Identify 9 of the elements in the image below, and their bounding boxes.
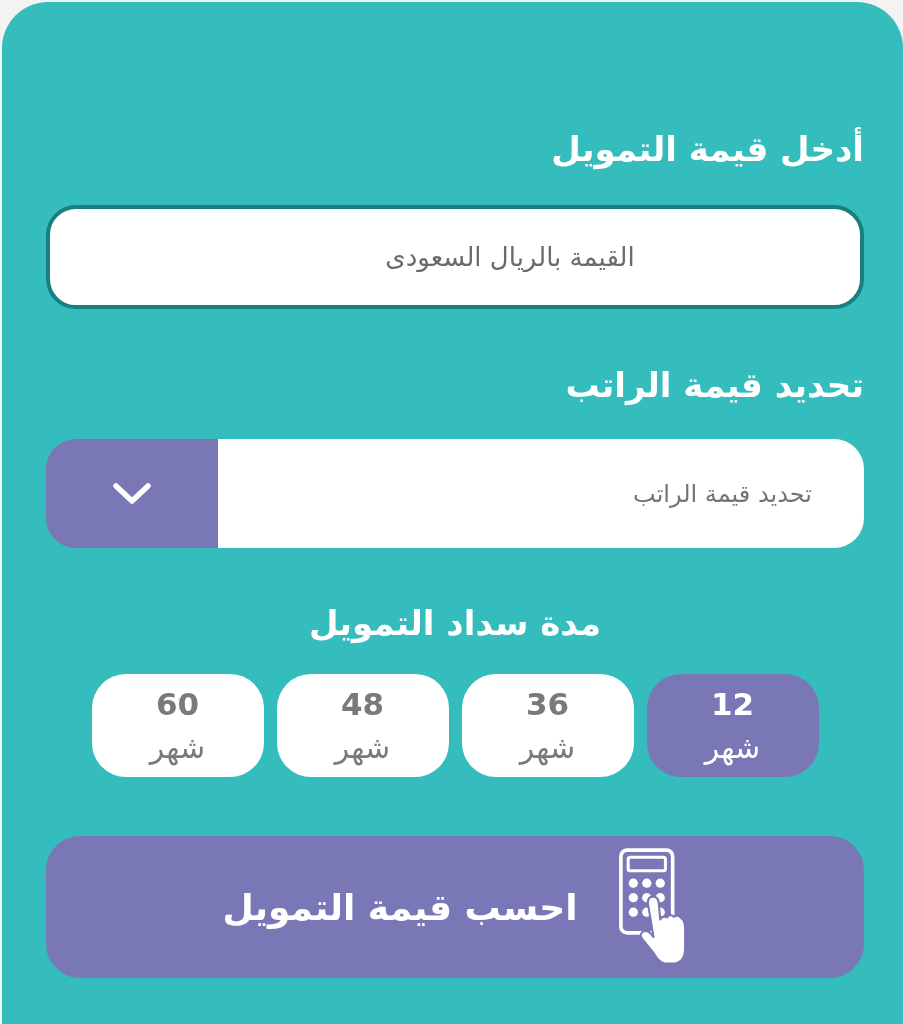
calculate-button[interactable]: احسب قيمة التمويل bbox=[46, 836, 864, 978]
amount-input-field[interactable]: القيمة بالريال السعودى bbox=[46, 205, 864, 309]
dropdown-button[interactable] bbox=[46, 439, 218, 548]
amount-label: أدخل قيمة التمويل bbox=[550, 126, 864, 172]
term-label: مدة سداد التمويل bbox=[307, 602, 603, 646]
calculator-hand-icon bbox=[617, 848, 688, 966]
salary-select-field[interactable]: تحديد قيمة الراتب bbox=[218, 439, 864, 548]
salary-label: تحديد قيمة الراتب bbox=[564, 364, 864, 408]
chevron-down-icon bbox=[113, 482, 151, 505]
